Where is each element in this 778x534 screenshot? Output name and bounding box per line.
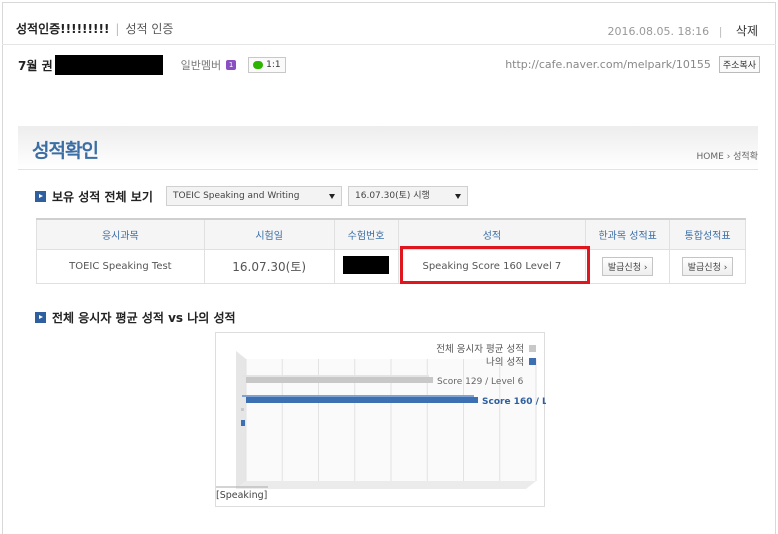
legend-mine-swatch	[529, 358, 536, 365]
post-url[interactable]: http://cafe.naver.com/melpark/10155	[505, 58, 711, 71]
chart-bar-average	[246, 377, 434, 383]
legend-average-label: 전체 응시자 평균 성적	[436, 344, 524, 355]
header-combined-report: 통합성적표	[669, 218, 746, 250]
chart-data-label: Score 160 / Level 7	[482, 397, 546, 407]
test-date-select[interactable]: 16.07.30(토) 시행	[348, 186, 468, 206]
score-highlight-box	[400, 246, 590, 284]
board-name[interactable]: 성적 인증	[125, 22, 173, 36]
table-header-row: 응시과목 시험일 수험번호 성적 한과목 성적표 통합성적표	[36, 218, 746, 250]
score-table: 응시과목 시험일 수험번호 성적 한과목 성적표 통합성적표 TOEIC Spe…	[36, 218, 746, 284]
score-comparison-chart: Score 129 / Level 6 Score 160 / Level 7 [S…	[215, 332, 546, 507]
chat-icon	[253, 61, 264, 69]
post-title-row: 성적인증!!!!!!!!! | 성적 인증	[16, 20, 173, 37]
issue-single-report-button[interactable]: 발급신청 ›	[601, 256, 654, 276]
legend-mine-label: 나의 성적	[486, 357, 524, 368]
section-arrow-icon	[35, 191, 46, 202]
panel-header: 성적확인 HOME › 성적확	[18, 126, 758, 170]
redacted-author	[54, 55, 163, 75]
chart-category-label: [Speaking]	[216, 490, 267, 501]
chart-bar-top	[242, 375, 430, 377]
test-date-value: 16.07.30(토) 시행	[355, 191, 430, 201]
url-row: http://cafe.naver.com/melpark/10155 주소복사	[505, 56, 760, 73]
table-row: TOEIC Speaking Test 16.07.30(토) Speaking…	[36, 248, 746, 284]
copy-url-button[interactable]: 주소복사	[718, 56, 760, 73]
header-single-report: 한과목 성적표	[585, 218, 671, 250]
cell-date: 16.07.30(토)	[203, 248, 335, 284]
section-comparison: 전체 응시자 평균 성적 vs 나의 성적	[35, 309, 236, 326]
author-name[interactable]: 7월 권	[18, 57, 53, 74]
section-all-scores: 보유 성적 전체 보기	[35, 188, 153, 205]
chart-floor	[236, 481, 536, 489]
post-datetime: 2016.08.05. 18:16	[607, 25, 710, 38]
breadcrumb[interactable]: HOME › 성적확	[697, 149, 758, 162]
section-comparison-title: 전체 응시자 평균 성적 vs 나의 성적	[52, 311, 236, 325]
page-title: 성적확인	[32, 140, 99, 162]
author-row: 7월 권 일반멤버 1 1:1	[18, 55, 286, 75]
delete-button[interactable]: 삭제	[736, 24, 758, 38]
legend-item-mine: 나의 성적	[436, 356, 536, 369]
header-divider	[2, 44, 776, 45]
cell-combined-report: 발급신청 ›	[669, 248, 746, 284]
cell-single-report: 발급신청 ›	[585, 248, 671, 284]
header-subject: 응시과목	[36, 218, 205, 250]
legend-average-swatch	[529, 345, 536, 352]
member-grade: 일반멤버	[180, 59, 222, 72]
chevron-down-icon	[455, 194, 461, 199]
chart-data-label: Score 129 / Level 6	[437, 377, 524, 387]
chart-bar-top	[242, 395, 474, 397]
chart-bar-mine	[246, 397, 478, 403]
cell-subject: TOEIC Speaking Test	[36, 248, 205, 284]
post-meta: 2016.08.05. 18:16 | 삭제	[608, 22, 759, 39]
section-all-scores-title: 보유 성적 전체 보기	[52, 190, 153, 204]
section-arrow-icon	[35, 312, 46, 323]
issue-combined-report-button[interactable]: 발급신청 ›	[681, 256, 734, 276]
post-title[interactable]: 성적인증!!!!!!!!!	[16, 22, 109, 36]
chart-marker	[241, 408, 244, 411]
title-separator: |	[115, 22, 120, 36]
header-date: 시험일	[203, 218, 335, 250]
header-reg-no: 수험번호	[333, 218, 399, 250]
cell-reg-no	[333, 248, 399, 284]
legend-item-average: 전체 응시자 평균 성적	[436, 343, 536, 356]
header-score: 성적	[397, 218, 587, 250]
test-type-select[interactable]: TOEIC Speaking and Writing	[166, 186, 342, 206]
meta-separator: |	[718, 25, 723, 38]
score-panel: 성적확인 HOME › 성적확 보유 성적 전체 보기 TOEIC Speaki…	[18, 126, 758, 534]
chat-label: 1:1	[266, 60, 281, 70]
redacted-reg-no	[343, 255, 390, 274]
chat-button[interactable]: 1:1	[248, 57, 286, 73]
chevron-down-icon	[329, 194, 335, 199]
grade-badge: 1	[226, 60, 237, 70]
chart-marker	[241, 420, 245, 426]
chart-legend: 전체 응시자 평균 성적 나의 성적	[436, 343, 536, 369]
test-type-value: TOEIC Speaking and Writing	[173, 191, 300, 201]
